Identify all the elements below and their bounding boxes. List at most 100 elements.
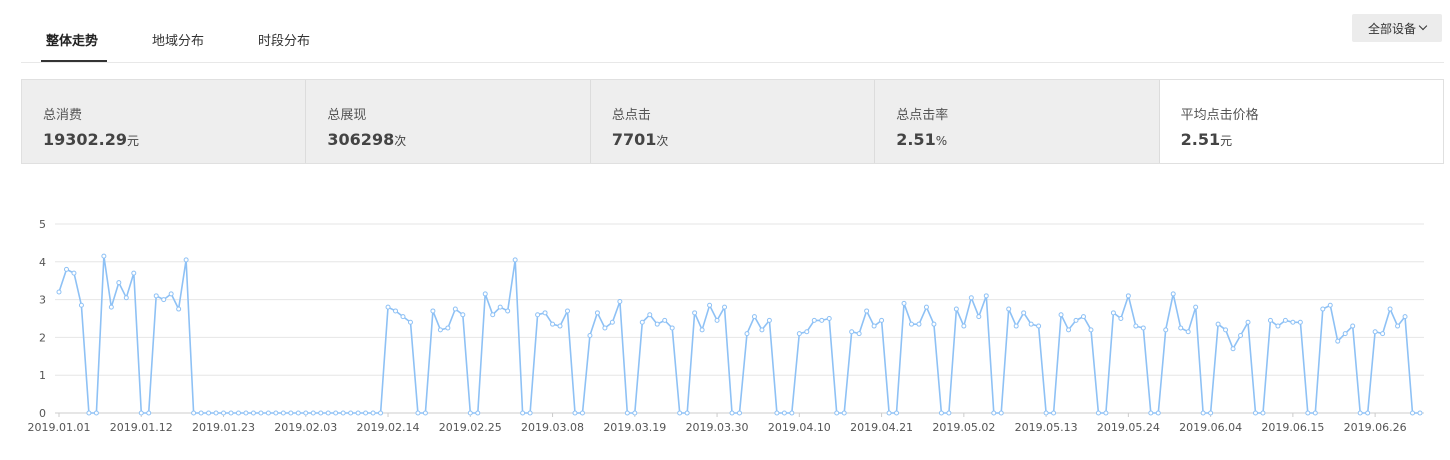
data-point bbox=[1036, 323, 1042, 329]
metric-click-rate[interactable]: 总点击率 2.51% bbox=[875, 80, 1160, 163]
data-point bbox=[310, 410, 316, 416]
tab-overall-trend[interactable]: 整体走势 bbox=[46, 30, 98, 49]
data-point bbox=[699, 327, 705, 333]
data-point bbox=[692, 310, 698, 316]
data-point bbox=[1223, 327, 1229, 333]
data-point bbox=[116, 280, 122, 286]
data-point bbox=[213, 410, 219, 416]
data-point bbox=[1230, 346, 1236, 352]
data-point bbox=[796, 331, 802, 337]
data-point bbox=[273, 410, 279, 416]
data-point bbox=[871, 323, 877, 329]
data-point bbox=[998, 410, 1004, 416]
data-point bbox=[654, 321, 660, 327]
data-point bbox=[714, 317, 720, 323]
active-tab-indicator bbox=[41, 60, 107, 62]
data-point bbox=[422, 410, 428, 416]
x-tick-label: 2019.04.10 bbox=[768, 421, 831, 434]
data-point bbox=[198, 410, 204, 416]
data-point bbox=[946, 410, 952, 416]
data-point bbox=[1327, 302, 1333, 308]
data-point bbox=[579, 410, 585, 416]
series-line bbox=[58, 255, 1420, 414]
data-point bbox=[527, 410, 533, 416]
metric-label: 总点击 bbox=[611, 108, 651, 123]
data-point bbox=[1103, 410, 1109, 416]
data-point bbox=[535, 312, 541, 318]
data-point bbox=[243, 410, 249, 416]
x-tick-label: 2019.06.26 bbox=[1344, 421, 1407, 434]
data-point bbox=[1215, 321, 1221, 327]
x-tick-label: 2019.01.12 bbox=[110, 421, 173, 434]
data-point bbox=[1365, 410, 1371, 416]
data-point bbox=[542, 310, 548, 316]
data-point bbox=[894, 410, 900, 416]
trend-line-chart: 0 1 2 3 4 5 2019.01.01 2019.01.12 2019.01.23 2019… bbox=[28, 218, 1424, 434]
device-filter-dropdown[interactable]: 全部设备 bbox=[1352, 14, 1442, 42]
data-point bbox=[669, 325, 675, 331]
data-point bbox=[1297, 319, 1303, 325]
data-point bbox=[729, 410, 735, 416]
x-tick-label: 2019.05.24 bbox=[1097, 421, 1160, 434]
data-point bbox=[1387, 306, 1393, 312]
data-point bbox=[1080, 314, 1086, 320]
tab-region-distribution[interactable]: 地域分布 bbox=[152, 30, 204, 49]
x-tick-label: 2019.03.19 bbox=[603, 421, 666, 434]
data-point bbox=[101, 253, 107, 259]
data-point bbox=[834, 410, 840, 416]
data-point bbox=[430, 308, 436, 314]
data-point bbox=[647, 312, 653, 318]
data-point bbox=[1357, 410, 1363, 416]
data-point bbox=[1260, 410, 1266, 416]
data-point bbox=[864, 308, 870, 314]
data-point bbox=[1125, 293, 1131, 299]
metric-label: 总消费 bbox=[43, 108, 83, 123]
data-point bbox=[393, 308, 399, 314]
y-tick-label: 2 bbox=[39, 331, 46, 344]
metric-total-impressions[interactable]: 总展现 306298次 bbox=[306, 80, 591, 163]
y-tick-label: 0 bbox=[39, 407, 46, 420]
data-point bbox=[168, 291, 174, 297]
x-tick-label: 2019.05.13 bbox=[1015, 421, 1078, 434]
data-point bbox=[550, 321, 556, 327]
data-point bbox=[923, 304, 929, 310]
data-point bbox=[632, 410, 638, 416]
data-point bbox=[512, 257, 518, 263]
data-point bbox=[288, 410, 294, 416]
data-point bbox=[1290, 319, 1296, 325]
metric-avg-click-price[interactable]: 平均点击价格 2.51元 bbox=[1159, 80, 1444, 163]
data-point bbox=[587, 333, 593, 339]
data-point bbox=[1058, 312, 1064, 318]
data-point bbox=[340, 410, 346, 416]
data-point bbox=[258, 410, 264, 416]
data-point bbox=[707, 302, 713, 308]
data-point bbox=[437, 327, 443, 333]
data-point bbox=[983, 293, 989, 299]
data-point bbox=[1312, 410, 1318, 416]
data-point bbox=[467, 410, 473, 416]
data-point bbox=[520, 410, 526, 416]
data-point bbox=[1245, 319, 1251, 325]
data-point bbox=[617, 298, 623, 304]
data-point bbox=[1238, 333, 1244, 339]
metric-total-clicks[interactable]: 总点击 7701次 bbox=[590, 80, 876, 163]
metric-total-cost[interactable]: 总消费 19302.29元 bbox=[22, 80, 307, 163]
data-point bbox=[1267, 317, 1273, 323]
x-tick-label: 2019.02.03 bbox=[274, 421, 337, 434]
data-point bbox=[1208, 410, 1214, 416]
data-point bbox=[1043, 410, 1049, 416]
data-point bbox=[662, 317, 668, 323]
data-point bbox=[415, 410, 421, 416]
data-point bbox=[108, 304, 114, 310]
data-point bbox=[460, 312, 466, 318]
x-tick-label: 2019.06.04 bbox=[1179, 421, 1242, 434]
tab-time-distribution[interactable]: 时段分布 bbox=[258, 30, 310, 49]
data-point bbox=[325, 410, 331, 416]
data-point bbox=[407, 319, 413, 325]
data-point bbox=[86, 410, 92, 416]
data-point bbox=[153, 293, 159, 299]
x-tick-label: 2019.02.25 bbox=[439, 421, 502, 434]
data-point bbox=[1006, 306, 1012, 312]
data-point bbox=[1073, 317, 1079, 323]
data-point bbox=[609, 319, 615, 325]
